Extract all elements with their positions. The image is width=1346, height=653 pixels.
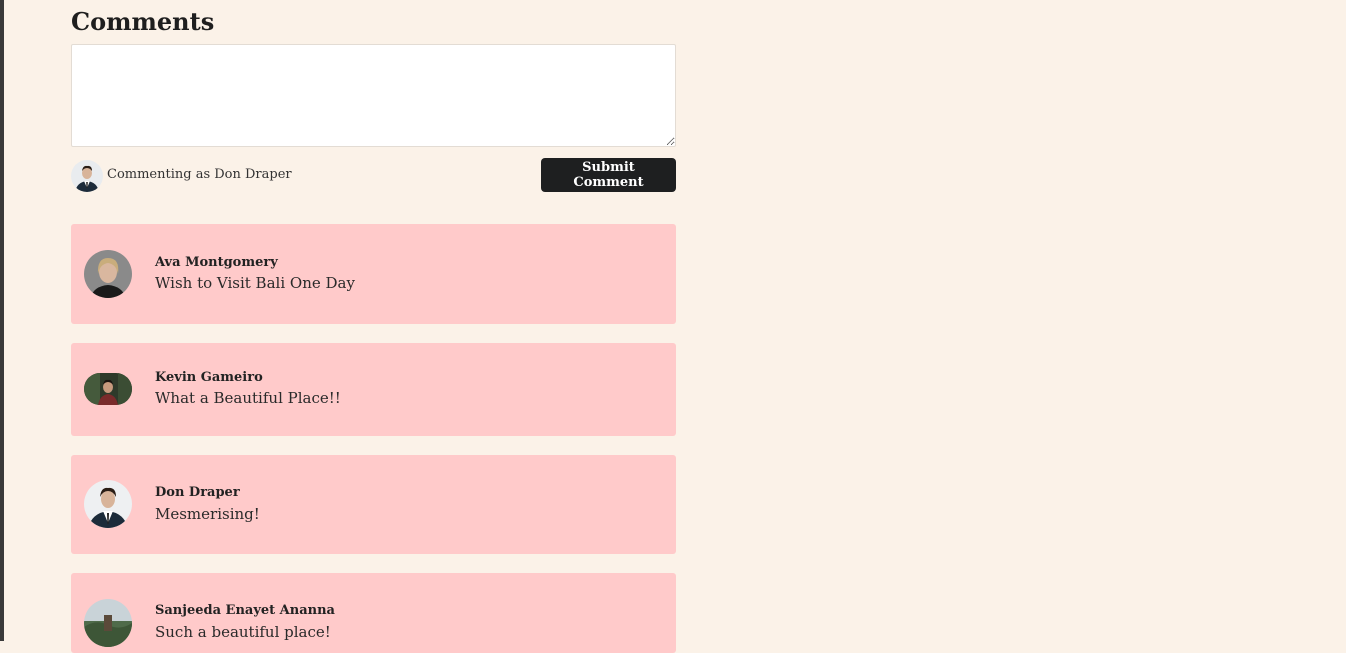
- comment-text: Such a beautiful place!: [155, 623, 331, 641]
- submit-comment-button[interactable]: Submit Comment: [541, 158, 676, 192]
- comment-card: Kevin Gameiro What a Beautiful Place!!: [71, 343, 676, 436]
- comment-text: What a Beautiful Place!!: [155, 389, 341, 407]
- commenting-row: Commenting as Don Draper Submit Comment: [71, 158, 676, 192]
- comment-card: Sanjeeda Enayet Ananna Such a beautiful …: [71, 573, 676, 653]
- window-edge: [0, 0, 4, 641]
- comment-author: Sanjeeda Enayet Ananna: [155, 603, 335, 618]
- commenting-as-label: Commenting as Don Draper: [107, 167, 292, 182]
- comment-text: Wish to Visit Bali One Day: [155, 274, 355, 292]
- comments-heading: Comments: [71, 7, 215, 36]
- current-user-avatar: [71, 160, 103, 192]
- comment-avatar: [84, 250, 132, 298]
- comment-avatar: [84, 373, 132, 405]
- comment-card: Don Draper Mesmerising!: [71, 455, 676, 554]
- comment-avatar: [84, 599, 132, 647]
- comment-avatar: [84, 480, 132, 528]
- comment-author: Don Draper: [155, 485, 240, 500]
- comment-textarea[interactable]: [71, 44, 676, 147]
- comment-card: Ava Montgomery Wish to Visit Bali One Da…: [71, 224, 676, 324]
- comment-author: Ava Montgomery: [155, 255, 278, 270]
- comment-text: Mesmerising!: [155, 505, 260, 523]
- comment-author: Kevin Gameiro: [155, 370, 263, 385]
